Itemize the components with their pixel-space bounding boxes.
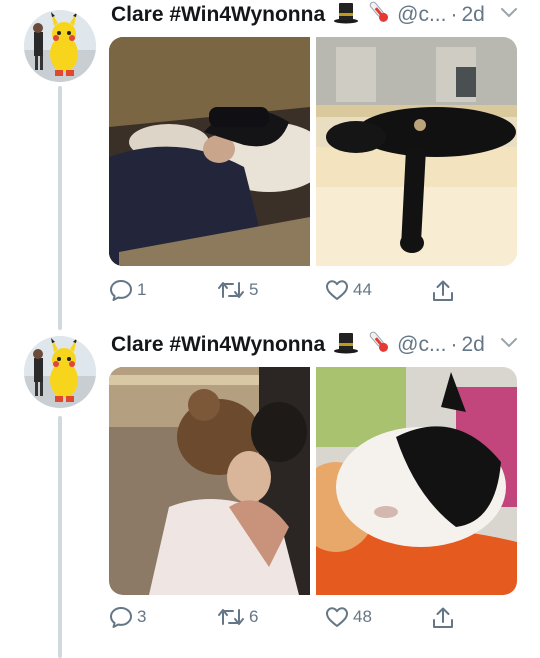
thermometer-icon bbox=[367, 329, 391, 361]
separator: · bbox=[450, 333, 458, 356]
victorian-woman-in-bed-photo[interactable] bbox=[109, 37, 310, 266]
avatar-image bbox=[24, 336, 96, 408]
share-button[interactable] bbox=[431, 279, 455, 303]
avatar[interactable] bbox=[24, 10, 96, 82]
handle[interactable]: @c... bbox=[397, 3, 446, 27]
cats-cuddling-photo[interactable] bbox=[316, 367, 517, 595]
thread-line bbox=[58, 416, 62, 658]
display-name[interactable]: Clare #Win4Wynonna bbox=[111, 333, 325, 357]
separator: · bbox=[450, 3, 458, 26]
heart-icon bbox=[326, 607, 348, 627]
thermometer-icon bbox=[367, 0, 391, 31]
avatar-image bbox=[24, 10, 96, 82]
period-drama-kiss-photo[interactable] bbox=[109, 367, 310, 595]
retweet-count: 6 bbox=[249, 607, 259, 626]
like-count: 44 bbox=[353, 280, 372, 299]
chevron-down-icon[interactable] bbox=[500, 336, 518, 354]
handle[interactable]: @c... bbox=[397, 333, 446, 357]
tweet-1[interactable]: Clare #Win4Wynonna @c... · 2d 1 5 44 bbox=[0, 0, 540, 330]
timestamp[interactable]: 2d bbox=[461, 3, 484, 27]
reply-icon bbox=[110, 280, 132, 301]
chevron-down-icon[interactable] bbox=[500, 6, 518, 24]
share-icon bbox=[433, 280, 453, 301]
tweet-2[interactable]: Clare #Win4Wynonna @c... · 2d 3 6 48 bbox=[0, 330, 540, 658]
display-name[interactable]: Clare #Win4Wynonna bbox=[111, 3, 325, 27]
tweet-header: Clare #Win4Wynonna @c... · 2d bbox=[111, 330, 485, 360]
thread-line bbox=[58, 86, 62, 330]
retweet-count: 5 bbox=[249, 280, 259, 299]
timestamp[interactable]: 2d bbox=[461, 333, 484, 357]
tweet-actions: 1 5 44 bbox=[109, 279, 469, 307]
share-button[interactable] bbox=[431, 606, 455, 630]
avatar[interactable] bbox=[24, 336, 96, 408]
media-grid bbox=[109, 367, 517, 595]
tweet-header: Clare #Win4Wynonna @c... · 2d bbox=[111, 0, 485, 30]
like-count: 48 bbox=[353, 607, 372, 626]
top-hat-icon bbox=[333, 330, 359, 360]
retweet-icon bbox=[218, 609, 244, 625]
retweet-button[interactable]: 5 bbox=[217, 279, 258, 301]
like-button[interactable]: 44 bbox=[325, 279, 372, 301]
black-cat-on-ledge-photo[interactable] bbox=[316, 37, 517, 266]
tweet-actions: 3 6 48 bbox=[109, 606, 469, 634]
reply-count: 3 bbox=[137, 607, 147, 626]
reply-button[interactable]: 3 bbox=[109, 606, 146, 628]
top-hat-icon bbox=[333, 0, 359, 30]
reply-icon bbox=[110, 607, 132, 628]
share-icon bbox=[433, 607, 453, 628]
reply-button[interactable]: 1 bbox=[109, 279, 146, 301]
retweet-button[interactable]: 6 bbox=[217, 606, 258, 628]
heart-icon bbox=[326, 280, 348, 300]
like-button[interactable]: 48 bbox=[325, 606, 372, 628]
retweet-icon bbox=[218, 282, 244, 298]
reply-count: 1 bbox=[137, 280, 147, 299]
media-grid bbox=[109, 37, 517, 266]
